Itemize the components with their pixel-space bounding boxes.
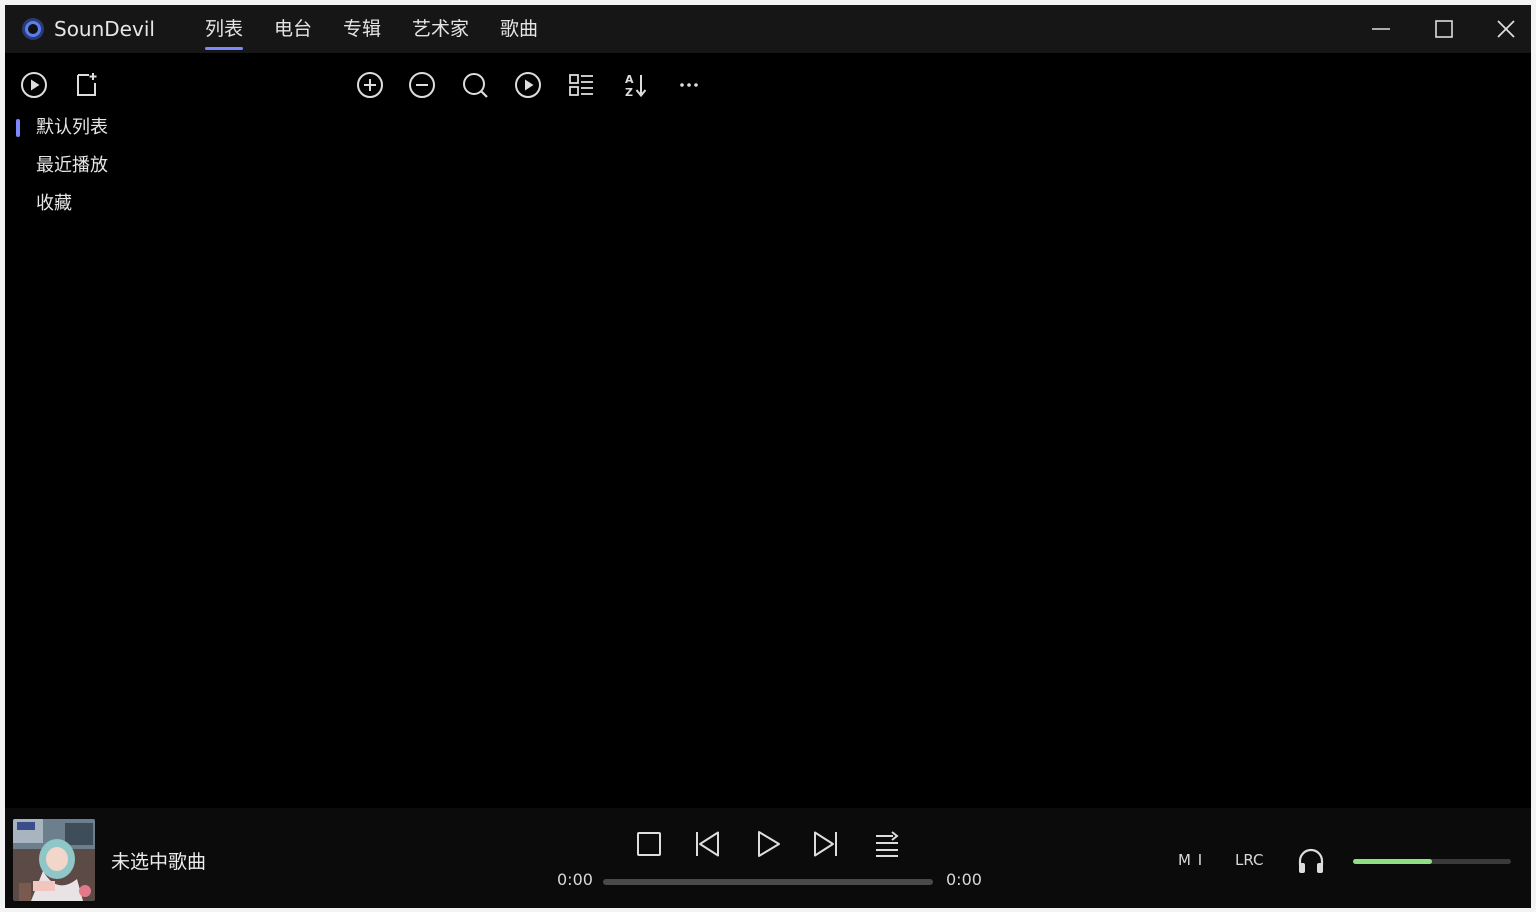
sort-icon: A Z — [625, 73, 647, 99]
more-icon — [680, 83, 698, 87]
volume-level — [1353, 859, 1432, 864]
play-circle-icon — [515, 72, 541, 98]
play-list-button[interactable] — [513, 70, 543, 100]
maximize-button[interactable] — [1434, 19, 1454, 39]
active-tab-indicator — [205, 47, 244, 50]
tab-artists[interactable]: 艺术家 — [412, 16, 469, 42]
app-logo-icon — [21, 17, 45, 41]
total-time: 0:00 — [946, 870, 982, 889]
album-art[interactable] — [13, 819, 95, 901]
stop-button[interactable] — [633, 828, 665, 860]
tab-radio[interactable]: 电台 — [274, 16, 312, 42]
add-songs-button[interactable] — [355, 70, 385, 100]
play-icon — [758, 831, 780, 857]
search-button[interactable] — [460, 70, 490, 100]
tab-albums[interactable]: 专辑 — [343, 16, 381, 42]
active-playlist-marker — [16, 119, 20, 137]
tab-list[interactable]: 列表 — [205, 16, 244, 50]
lyrics-button[interactable]: LRC — [1235, 850, 1264, 870]
mi-button[interactable]: M I — [1178, 850, 1203, 870]
play-playlist-button[interactable] — [19, 70, 49, 100]
search-icon — [463, 73, 488, 98]
minimize-button[interactable] — [1371, 19, 1391, 39]
add-circle-icon — [357, 72, 383, 98]
remove-circle-icon — [409, 72, 435, 98]
tab-list-label: 列表 — [205, 18, 244, 40]
more-button[interactable] — [674, 70, 704, 100]
close-button[interactable] — [1496, 19, 1516, 39]
previous-icon — [696, 831, 719, 857]
elapsed-time: 0:00 — [557, 870, 593, 889]
list-view-icon — [569, 74, 593, 96]
play-button[interactable] — [752, 828, 784, 860]
tab-radio-label: 电台 — [274, 18, 313, 40]
app-title: SounDevil — [54, 17, 155, 41]
playlist-mode-button[interactable] — [871, 828, 903, 860]
player-bar: 未选中歌曲 0:00 0:00 M I LRC — [5, 808, 1531, 908]
playlist-item-default[interactable]: 默认列表 — [36, 116, 108, 140]
next-button[interactable] — [810, 828, 842, 860]
album-cover-image — [13, 819, 95, 901]
progress-bar[interactable] — [603, 879, 933, 885]
tab-songs[interactable]: 歌曲 — [500, 16, 538, 42]
svg-text:A: A — [625, 73, 634, 86]
stop-icon — [637, 832, 661, 856]
playlist-mode-icon — [876, 831, 899, 857]
minimize-icon — [1372, 28, 1390, 30]
sort-button[interactable]: A Z — [621, 70, 651, 100]
previous-button[interactable] — [691, 828, 723, 860]
tab-artists-label: 艺术家 — [412, 18, 470, 40]
volume-slider[interactable] — [1353, 859, 1511, 864]
current-song-title: 未选中歌曲 — [111, 851, 207, 873]
new-playlist-button[interactable] — [72, 70, 102, 100]
close-icon — [1497, 20, 1515, 38]
svg-text:Z: Z — [625, 86, 633, 99]
new-playlist-icon — [77, 73, 97, 96]
remove-songs-button[interactable] — [407, 70, 437, 100]
audio-output-button[interactable] — [1295, 845, 1327, 877]
title-bar: SounDevil 列表 电台 专辑 艺术家 歌曲 — [5, 5, 1531, 53]
tab-albums-label: 专辑 — [343, 18, 382, 40]
play-circle-icon — [21, 72, 47, 98]
app-window: SounDevil 列表 电台 专辑 艺术家 歌曲 A Z 默认列表 最近播放 … — [5, 5, 1531, 908]
tab-songs-label: 歌曲 — [500, 18, 539, 40]
list-view-button[interactable] — [566, 70, 596, 100]
next-icon — [814, 831, 837, 857]
playlist-item-favorites[interactable]: 收藏 — [36, 192, 72, 216]
playlist-item-recent[interactable]: 最近播放 — [36, 154, 108, 178]
song-list-area — [335, 110, 1525, 805]
headphones-icon — [1298, 848, 1324, 873]
maximize-icon — [1435, 20, 1453, 38]
